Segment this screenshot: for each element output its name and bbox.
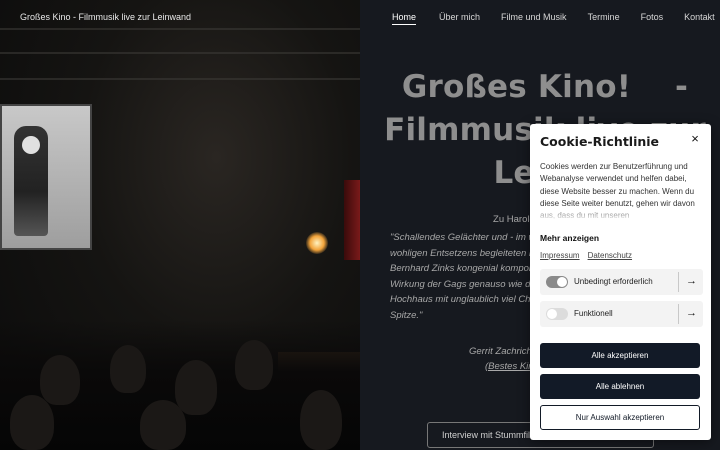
toggle-knob [557, 277, 567, 287]
audience-head [300, 390, 342, 450]
quote-line: "Schallendes Gelächter und - im we [390, 232, 541, 243]
description-fade [540, 207, 703, 221]
show-more-link[interactable]: Mehr anzeigen [540, 233, 599, 243]
legal-links: Impressum Datenschutz [540, 251, 632, 260]
option-label: Unbedingt erforderlich [574, 277, 653, 286]
audience-head [175, 360, 217, 415]
reject-all-button[interactable]: Alle ablehnen [540, 374, 700, 399]
nav-about[interactable]: Über mich [439, 12, 480, 22]
cookie-title: Cookie-Richtlinie [540, 134, 660, 149]
quote-line: wohligen Entsetzens begleiteten H [390, 247, 536, 259]
toggle-required[interactable] [546, 276, 568, 288]
quote-line: Hochhaus mit unglaublich viel Char [390, 294, 539, 305]
site-title[interactable]: Großes Kino - Filmmusik live zur Leinwan… [20, 12, 191, 22]
quote-line: Spitze." [390, 309, 423, 321]
option-divider [678, 272, 679, 292]
audience-head [10, 395, 54, 450]
accept-selection-button[interactable]: Nur Auswahl akzeptieren [540, 405, 700, 430]
close-icon[interactable]: × [688, 132, 702, 146]
hero-title-line: Großes Kino! - [401, 69, 689, 105]
cookie-option-required: Unbedingt erforderlich → [540, 269, 703, 295]
quote-author: Gerrit Zachrich, [469, 346, 535, 357]
arrow-right-icon[interactable]: → [686, 274, 697, 288]
quote-line: Bernhard Zinks kongenial kompon [390, 263, 535, 274]
cinema-screen [0, 104, 92, 250]
audience-head [110, 345, 146, 393]
quote-line: Wirkung der Gags genauso wie der [390, 278, 539, 290]
hero-photo [0, 0, 360, 450]
stage-truss [0, 52, 360, 54]
nav-films-music[interactable]: Filme und Musik [501, 12, 567, 22]
toggle-functional[interactable] [546, 308, 568, 320]
privacy-link[interactable]: Datenschutz [588, 251, 632, 260]
cookie-option-functional: Funktionell → [540, 301, 703, 327]
stage-light [306, 232, 328, 254]
nav-photos[interactable]: Fotos [641, 12, 664, 22]
stage-truss [0, 78, 360, 80]
toggle-knob [547, 309, 557, 319]
cookie-dialog: Cookie-Richtlinie × Cookies werden zur B… [530, 124, 711, 440]
nav-dates[interactable]: Termine [588, 12, 620, 22]
option-label: Funktionell [574, 309, 613, 318]
audience-head [235, 340, 273, 390]
audience-head [140, 400, 186, 450]
stage-truss [0, 28, 360, 30]
stage-curtain [344, 180, 360, 260]
imprint-link[interactable]: Impressum [540, 251, 580, 260]
option-divider [678, 304, 679, 324]
main-nav: Home Über mich Filme und Musik Termine F… [392, 12, 715, 25]
accept-all-button[interactable]: Alle akzeptieren [540, 343, 700, 368]
nav-home[interactable]: Home [392, 12, 417, 25]
arrow-right-icon[interactable]: → [686, 306, 697, 320]
audience-head [40, 355, 80, 405]
review-quote: "Schallendes Gelächter und - im we wohli… [390, 230, 541, 323]
quote-source-link[interactable]: (Bestes Kin [485, 361, 534, 372]
nav-contact[interactable]: Kontakt [684, 12, 715, 22]
film-figure-face [22, 136, 40, 154]
